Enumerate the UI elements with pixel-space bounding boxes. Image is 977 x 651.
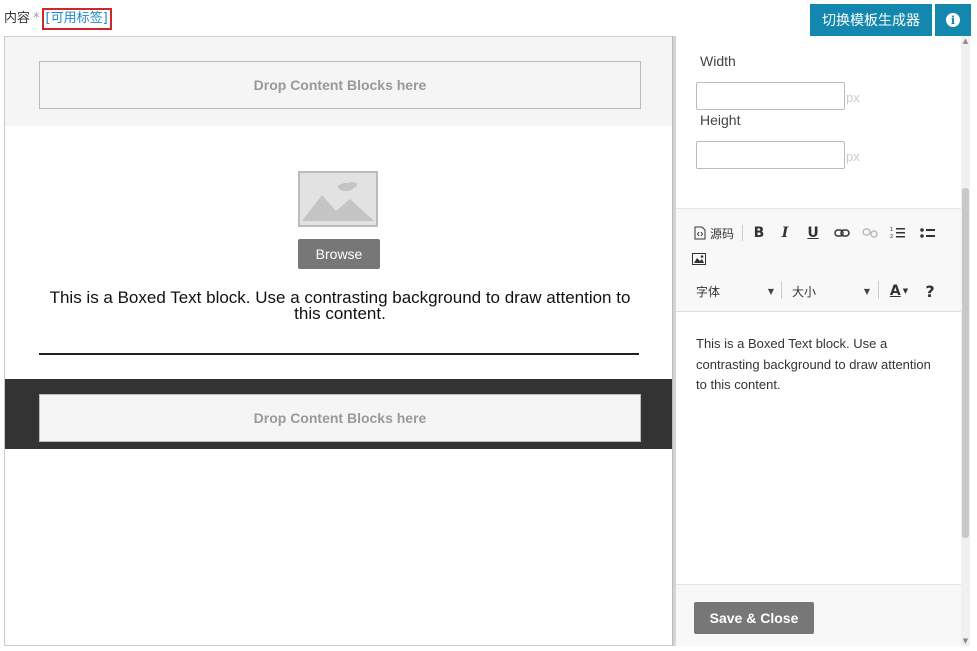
- text-color-button[interactable]: A ▼: [886, 281, 912, 301]
- svg-text:2: 2: [890, 234, 893, 240]
- editor-toolbar: 源码 B I U 12 字体 ▼ 大小 ▼ A ▼ ?: [676, 208, 966, 312]
- toolbar-separator: [742, 225, 743, 241]
- font-family-label: 字体: [696, 284, 721, 299]
- font-family-select[interactable]: 字体 ▼: [696, 281, 774, 301]
- scrollbar-thumb[interactable]: [962, 188, 969, 538]
- height-input[interactable]: [696, 141, 845, 169]
- panel-scrollbar[interactable]: ▲ ▼: [961, 36, 970, 646]
- info-icon: i: [946, 13, 960, 27]
- chevron-down-icon: ▼: [863, 286, 870, 296]
- scroll-up-arrow-icon[interactable]: ▲: [961, 36, 970, 46]
- source-button[interactable]: 源码: [692, 223, 736, 243]
- browse-button[interactable]: Browse: [298, 239, 380, 269]
- source-icon: [694, 226, 706, 240]
- image-placeholder-icon[interactable]: [298, 171, 378, 227]
- boxed-text-block[interactable]: This is a Boxed Text block. Use a contra…: [35, 289, 645, 322]
- height-label: Height: [700, 112, 741, 128]
- help-button[interactable]: ?: [920, 281, 940, 301]
- required-mark: *: [33, 11, 40, 26]
- scroll-down-arrow-icon[interactable]: ▼: [961, 636, 970, 646]
- numbered-list-icon[interactable]: 12: [888, 223, 908, 243]
- field-label-text: 内容: [4, 11, 31, 26]
- image-icon[interactable]: [690, 249, 708, 269]
- bulleted-list-icon[interactable]: [918, 223, 938, 243]
- divider-line: [39, 353, 639, 355]
- editor-footer: Save & Close: [676, 584, 966, 646]
- svg-text:1: 1: [890, 227, 893, 233]
- drop-zone-bottom[interactable]: Drop Content Blocks here: [39, 394, 641, 442]
- width-label: Width: [700, 53, 736, 69]
- chevron-down-icon: ▼: [902, 287, 909, 295]
- save-close-button[interactable]: Save & Close: [694, 602, 814, 634]
- link-icon[interactable]: [832, 223, 852, 243]
- toolbar-separator: [781, 281, 782, 299]
- height-unit: px: [846, 149, 860, 164]
- field-label: 内容 * [可用标签]: [4, 7, 112, 30]
- source-label: 源码: [709, 226, 734, 241]
- chevron-down-icon: ▼: [767, 286, 774, 296]
- width-unit: px: [846, 90, 860, 105]
- switch-template-builder-button[interactable]: 切换模板生成器: [810, 4, 932, 36]
- block-editor-panel: Width px Height px 源码 B I U 12 字体 ▼ 大小 ▼…: [676, 36, 970, 646]
- font-size-label: 大小: [792, 284, 817, 299]
- bold-button[interactable]: B: [750, 223, 768, 243]
- text-color-icon: A: [889, 283, 901, 299]
- builder-canvas: Drop Content Blocks here Browse This is …: [4, 36, 674, 646]
- toolbar-separator: [878, 281, 879, 299]
- rich-text-editor[interactable]: This is a Boxed Text block. Use a contra…: [696, 334, 936, 396]
- available-tags-link[interactable]: [可用标签]: [41, 8, 112, 30]
- width-input[interactable]: [696, 82, 845, 110]
- italic-button[interactable]: I: [776, 223, 794, 243]
- info-button[interactable]: i: [935, 4, 971, 36]
- underline-button[interactable]: U: [804, 223, 822, 243]
- drop-zone-top[interactable]: Drop Content Blocks here: [39, 61, 641, 109]
- unlink-icon[interactable]: [860, 223, 880, 243]
- font-size-select[interactable]: 大小 ▼: [792, 281, 870, 301]
